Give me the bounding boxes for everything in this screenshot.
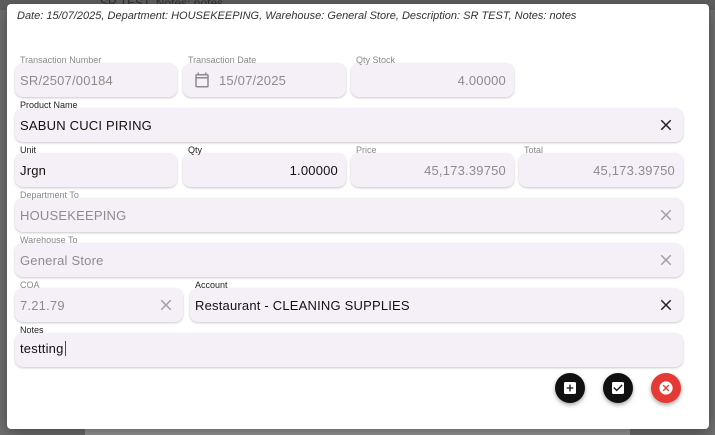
qty-stock-label: Qty Stock bbox=[356, 55, 396, 65]
coa-label: COA bbox=[20, 280, 40, 290]
notes-field[interactable]: Notes testting bbox=[15, 325, 683, 367]
coa-value: 7.21.79 bbox=[20, 298, 65, 313]
department-to-field: Department To HOUSEKEEPING bbox=[15, 190, 683, 232]
total-label: Total bbox=[524, 145, 544, 155]
notes-input[interactable]: testting bbox=[20, 341, 67, 356]
qty-label: Qty bbox=[188, 145, 203, 155]
check-box-icon bbox=[612, 382, 624, 394]
price-label: Price bbox=[356, 145, 377, 155]
account-value: Restaurant - CLEANING SUPPLIES bbox=[195, 298, 410, 313]
warehouse-to-field: Warehouse To General Store bbox=[15, 235, 683, 277]
transaction-date-field: Transaction Date 15/07/2025 bbox=[183, 55, 346, 97]
qty-stock-value: 4.00000 bbox=[457, 73, 506, 88]
qty-field[interactable]: Qty 1.00000 bbox=[183, 145, 346, 187]
transaction-detail-dialog: Date: 15/07/2025, Department: HOUSEKEEPI… bbox=[7, 4, 709, 429]
add-box-icon bbox=[564, 382, 576, 394]
transaction-date-value: 15/07/2025 bbox=[219, 73, 287, 88]
unit-label: Unit bbox=[20, 145, 37, 155]
account-field[interactable]: Account Restaurant - CLEANING SUPPLIES bbox=[190, 280, 683, 322]
calendar-icon bbox=[195, 72, 209, 88]
notes-value: testting bbox=[20, 341, 64, 356]
transaction-number-label: Transaction Number bbox=[20, 55, 102, 65]
close-icon[interactable] bbox=[657, 296, 675, 314]
qty-value: 1.00000 bbox=[289, 163, 338, 178]
text-cursor bbox=[64, 341, 67, 356]
department-to-label: Department To bbox=[20, 190, 79, 200]
transaction-date-label: Transaction Date bbox=[188, 55, 257, 65]
transaction-number-field: Transaction Number SR/2507/00184 bbox=[15, 55, 177, 97]
product-name-field[interactable]: Product Name SABUN CUCI PIRING bbox=[15, 100, 683, 142]
close-icon bbox=[660, 254, 672, 266]
warehouse-to-value: General Store bbox=[20, 253, 104, 268]
notes-label: Notes bbox=[20, 325, 44, 335]
product-name-value: SABUN CUCI PIRING bbox=[20, 118, 152, 133]
background-footer bbox=[85, 428, 630, 435]
unit-field[interactable]: Unit Jrgn bbox=[15, 145, 177, 187]
price-field: Price 45,173.39750 bbox=[351, 145, 514, 187]
total-field: Total 45,173.39750 bbox=[519, 145, 683, 187]
coa-field: COA 7.21.79 bbox=[15, 280, 183, 322]
account-label: Account bbox=[195, 280, 228, 290]
cancel-button[interactable] bbox=[651, 373, 681, 403]
cancel-icon bbox=[659, 381, 673, 395]
unit-value: Jrgn bbox=[20, 163, 47, 178]
dialog-summary: Date: 15/07/2025, Department: HOUSEKEEPI… bbox=[17, 10, 577, 22]
add-button[interactable] bbox=[555, 373, 585, 403]
price-value: 45,173.39750 bbox=[424, 163, 506, 178]
warehouse-to-label: Warehouse To bbox=[20, 235, 78, 245]
qty-stock-field: Qty Stock 4.00000 bbox=[351, 55, 514, 97]
confirm-button[interactable] bbox=[603, 373, 633, 403]
total-value: 45,173.39750 bbox=[593, 163, 675, 178]
department-to-value: HOUSEKEEPING bbox=[20, 208, 127, 223]
close-icon bbox=[160, 299, 172, 311]
close-icon[interactable] bbox=[657, 116, 675, 134]
product-name-label: Product Name bbox=[20, 100, 78, 110]
close-icon bbox=[660, 209, 672, 221]
transaction-number-value: SR/2507/00184 bbox=[20, 73, 113, 88]
